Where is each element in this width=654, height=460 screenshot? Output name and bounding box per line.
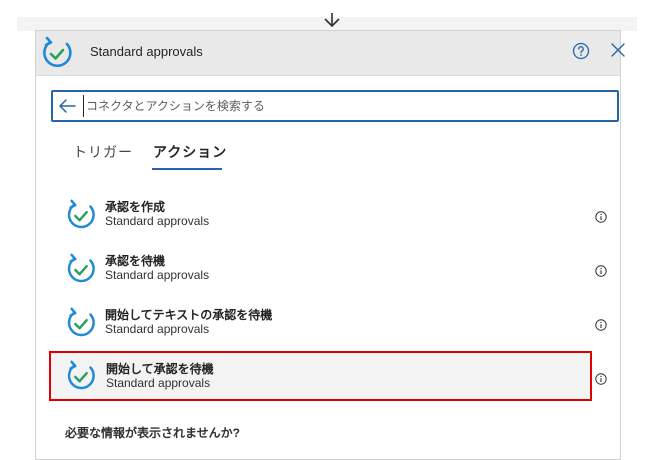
panel-header: Standard approvals xyxy=(36,31,625,76)
action-item-create-approval[interactable]: 承認を作成 Standard approvals xyxy=(52,193,620,237)
help-icon[interactable] xyxy=(572,42,590,60)
missing-info-link[interactable]: 必要な情報が表示されませんか? xyxy=(65,424,240,441)
action-connector: Standard approvals xyxy=(105,322,210,336)
approvals-icon xyxy=(67,307,95,337)
action-connector: Standard approvals xyxy=(105,268,210,282)
action-item-wait-approval[interactable]: 承認を待機 Standard approvals xyxy=(52,247,620,291)
connector-panel: Standard approvals トリガー アクション 承認を作成 Stan… xyxy=(35,30,625,460)
active-tab-indicator xyxy=(152,168,222,170)
search-box[interactable] xyxy=(51,90,619,122)
approvals-icon xyxy=(67,199,95,229)
info-icon[interactable] xyxy=(595,211,607,223)
info-icon[interactable] xyxy=(595,265,607,277)
info-icon[interactable] xyxy=(595,373,607,385)
info-icon[interactable] xyxy=(595,319,607,331)
close-icon[interactable] xyxy=(609,41,627,59)
flow-arrow-icon xyxy=(324,13,340,28)
tab-triggers[interactable]: トリガー xyxy=(73,142,133,162)
back-arrow-icon[interactable] xyxy=(58,98,76,114)
action-title: 承認を作成 xyxy=(105,200,166,214)
action-item-start-wait-text-approval[interactable]: 開始してテキストの承認を待機 Standard approvals xyxy=(52,301,620,345)
action-title: 開始してテキストの承認を待機 xyxy=(105,308,273,322)
panel-title: Standard approvals xyxy=(90,44,203,59)
tab-actions[interactable]: アクション xyxy=(153,142,227,162)
action-title: 開始して承認を待機 xyxy=(106,362,214,376)
approvals-icon xyxy=(43,36,72,68)
action-title: 承認を待機 xyxy=(105,254,166,268)
action-connector: Standard approvals xyxy=(105,214,210,228)
search-input[interactable] xyxy=(83,95,606,117)
approvals-icon xyxy=(67,253,95,283)
action-connector: Standard approvals xyxy=(106,376,211,390)
approvals-icon xyxy=(67,360,95,390)
action-item-start-wait-approval[interactable]: 開始して承認を待機 Standard approvals xyxy=(49,351,592,401)
